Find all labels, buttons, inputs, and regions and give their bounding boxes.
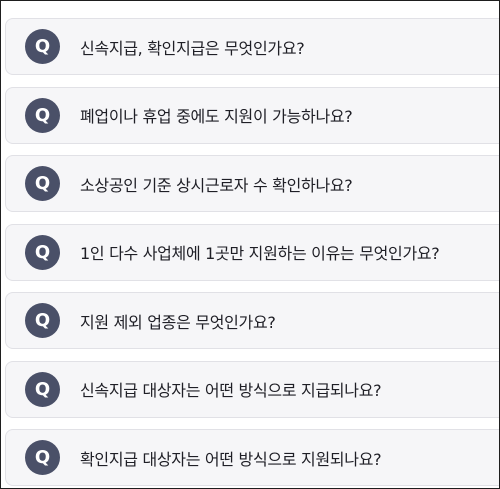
q-badge-icon: Q xyxy=(25,440,60,475)
faq-item[interactable]: Q 폐업이나 휴업 중에도 지원이 가능하나요? xyxy=(5,86,499,144)
faq-question: 폐업이나 휴업 중에도 지원이 가능하나요? xyxy=(80,107,353,126)
faq-item[interactable]: Q 확인지급 대상자는 어떤 방식으로 지원되나요? xyxy=(5,429,499,486)
faq-item[interactable]: Q 1인 다수 사업체에 1곳만 지원하는 이유는 무엇인가요? xyxy=(5,223,499,281)
q-badge-icon: Q xyxy=(25,234,60,270)
q-badge-icon: Q xyxy=(25,371,60,407)
faq-question: 신속지급, 확인지급은 무엇인가요? xyxy=(80,38,305,58)
q-badge-icon: Q xyxy=(25,303,60,338)
faq-question: 1인 다수 사업체에 1곳만 지원하는 이유는 무엇인가요? xyxy=(80,244,440,263)
faq-question: 소상공인 기준 상시근로자 수 확인하나요? xyxy=(80,175,353,195)
faq-list: Q 신속지급, 확인지급은 무엇인가요? Q 폐업이나 휴업 중에도 지원이 가… xyxy=(5,18,499,488)
faq-item[interactable]: Q 신속지급, 확인지급은 무엇인가요? xyxy=(5,18,499,75)
faq-question: 신속지급 대상자는 어떤 방식으로 지급되나요? xyxy=(80,381,382,400)
q-badge-icon: Q xyxy=(25,166,60,201)
q-badge-icon: Q xyxy=(25,29,60,64)
faq-panel: Q 신속지급, 확인지급은 무엇인가요? Q 폐업이나 휴업 중에도 지원이 가… xyxy=(0,0,500,489)
faq-item[interactable]: Q 지원 제외 업종은 무엇인가요? xyxy=(5,292,499,349)
faq-item[interactable]: Q 신속지급 대상자는 어떤 방식으로 지급되나요? xyxy=(5,360,499,418)
faq-item[interactable]: Q 소상공인 기준 상시근로자 수 확인하나요? xyxy=(5,155,499,212)
faq-question: 지원 제외 업종은 무엇인가요? xyxy=(80,312,276,332)
q-badge-icon: Q xyxy=(25,97,60,133)
faq-question: 확인지급 대상자는 어떤 방식으로 지원되나요? xyxy=(80,449,382,469)
